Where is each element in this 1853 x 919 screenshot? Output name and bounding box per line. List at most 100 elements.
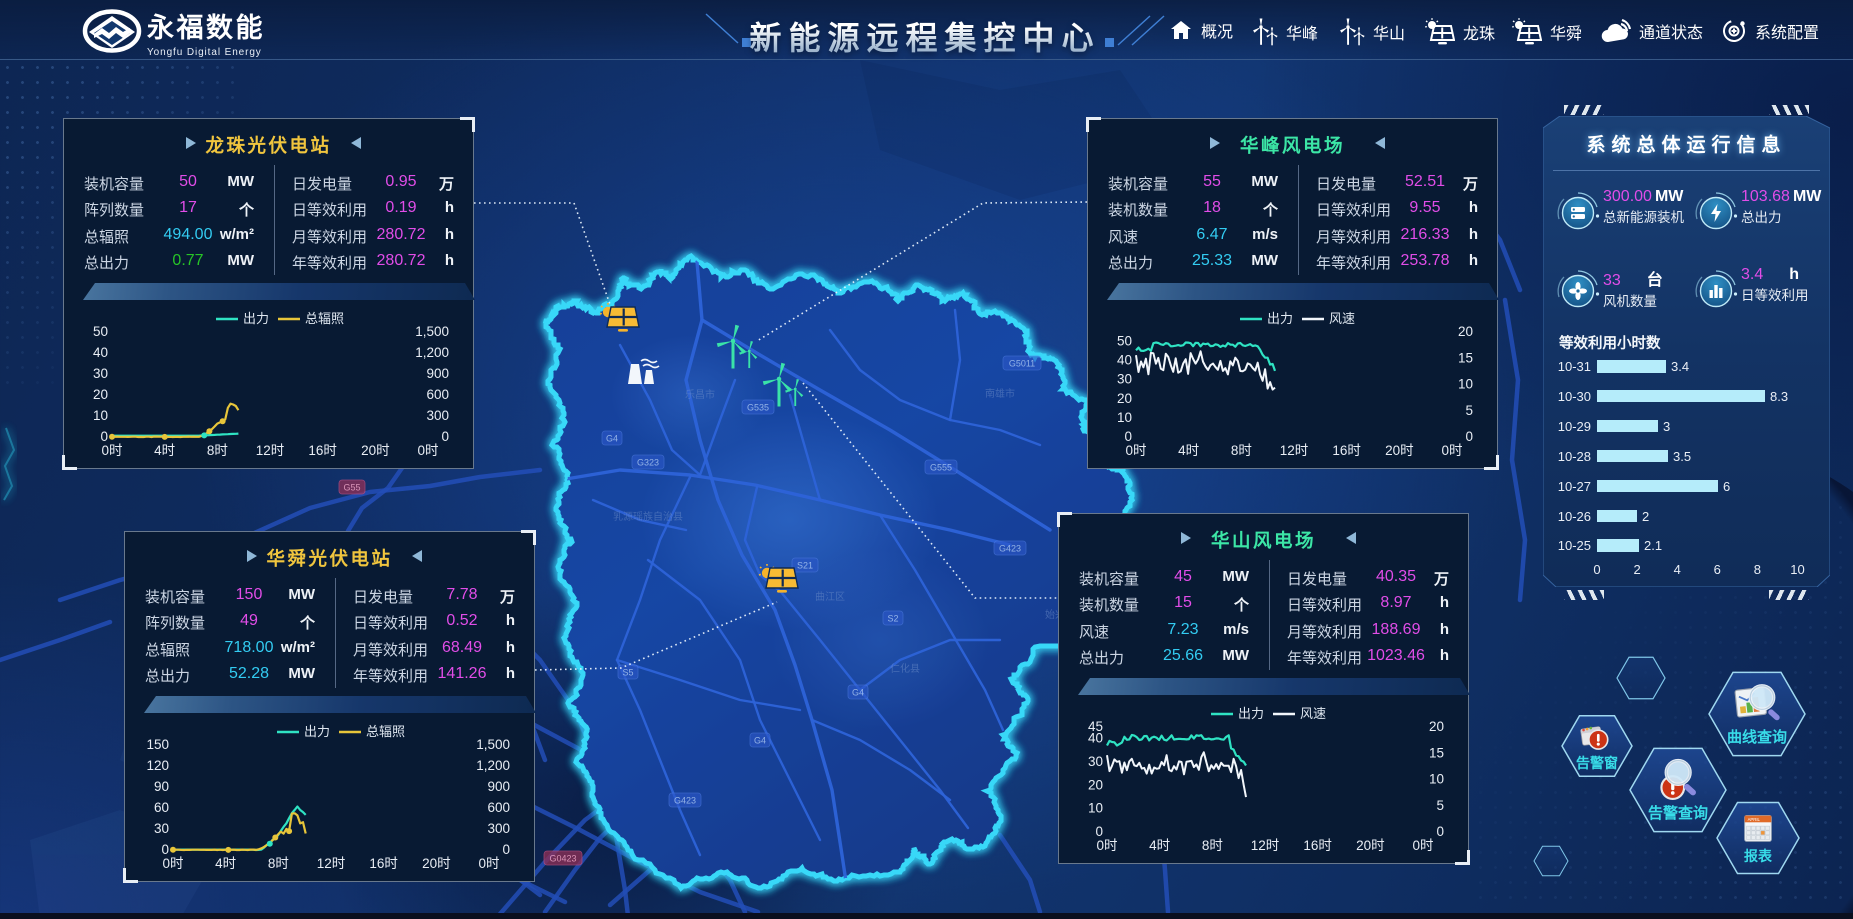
svg-text:1,200: 1,200	[476, 758, 510, 773]
svg-text:1,500: 1,500	[415, 324, 449, 339]
svg-text:8时: 8时	[1231, 443, 1252, 458]
svg-text:10: 10	[1458, 377, 1473, 392]
svg-text:300: 300	[487, 821, 510, 836]
svg-text:12时: 12时	[1280, 443, 1309, 458]
svg-text:120: 120	[146, 758, 169, 773]
svg-text:G55: G55	[343, 483, 360, 493]
svg-text:15: 15	[1429, 745, 1444, 760]
svg-text:0时: 0时	[1412, 838, 1433, 853]
svg-text:G423: G423	[999, 544, 1021, 554]
svg-text:12时: 12时	[317, 856, 346, 871]
svg-text:乐昌市: 乐昌市	[685, 388, 715, 401]
svg-text:风速: 风速	[1300, 706, 1326, 721]
svg-text:900: 900	[487, 779, 510, 794]
svg-text:出力: 出力	[1238, 706, 1264, 721]
svg-text:8时: 8时	[1202, 838, 1223, 853]
svg-text:4时: 4时	[215, 856, 236, 871]
svg-text:4时: 4时	[154, 443, 175, 458]
svg-text:出力: 出力	[1267, 311, 1293, 326]
svg-text:20时: 20时	[1356, 838, 1385, 853]
svg-text:0: 0	[502, 842, 510, 857]
svg-text:30: 30	[1088, 754, 1103, 769]
svg-text:10: 10	[1117, 410, 1132, 425]
svg-text:南雄市: 南雄市	[985, 387, 1015, 400]
svg-text:16时: 16时	[308, 443, 337, 458]
svg-text:40: 40	[93, 345, 108, 360]
svg-text:40: 40	[1088, 731, 1103, 746]
svg-text:G555: G555	[930, 463, 952, 473]
svg-text:12时: 12时	[256, 443, 285, 458]
svg-text:30: 30	[93, 366, 108, 381]
svg-text:20时: 20时	[422, 856, 451, 871]
svg-text:G4: G4	[852, 688, 864, 698]
svg-text:30: 30	[154, 821, 169, 836]
svg-text:G323: G323	[637, 458, 659, 468]
svg-text:50: 50	[1117, 334, 1132, 349]
svg-text:0: 0	[1465, 429, 1473, 444]
svg-text:15: 15	[1458, 350, 1473, 365]
svg-text:1,200: 1,200	[415, 345, 449, 360]
svg-text:总辐照: 总辐照	[366, 724, 405, 739]
svg-text:0时: 0时	[1125, 443, 1146, 458]
svg-text:20: 20	[1429, 719, 1444, 734]
svg-text:0时: 0时	[478, 856, 499, 871]
svg-text:150: 150	[146, 737, 169, 752]
svg-text:0时: 0时	[162, 856, 183, 871]
svg-text:30: 30	[1117, 372, 1132, 387]
svg-text:0: 0	[1124, 429, 1132, 444]
svg-text:600: 600	[426, 387, 449, 402]
svg-text:20: 20	[93, 387, 108, 402]
svg-text:8时: 8时	[268, 856, 289, 871]
svg-text:8时: 8时	[207, 443, 228, 458]
svg-text:报表: 报表	[1744, 848, 1773, 864]
svg-text:0: 0	[161, 842, 169, 857]
svg-text:G0423: G0423	[549, 854, 576, 864]
svg-text:0时: 0时	[417, 443, 438, 458]
svg-text:0时: 0时	[1441, 443, 1462, 458]
svg-text:5: 5	[1436, 798, 1444, 813]
svg-text:90: 90	[154, 779, 169, 794]
svg-text:0: 0	[100, 429, 108, 444]
svg-text:总辐照: 总辐照	[305, 311, 344, 326]
svg-text:900: 900	[426, 366, 449, 381]
svg-text:60: 60	[154, 800, 169, 815]
svg-text:12时: 12时	[1251, 838, 1280, 853]
svg-text:仁化县: 仁化县	[890, 662, 920, 675]
svg-text:出力: 出力	[243, 311, 269, 326]
svg-text:0: 0	[441, 429, 449, 444]
svg-text:S21: S21	[797, 561, 813, 571]
svg-text:乳源瑶族自治县: 乳源瑶族自治县	[613, 510, 683, 523]
svg-text:5: 5	[1465, 403, 1473, 418]
svg-text:出力: 出力	[304, 724, 330, 739]
svg-text:G423: G423	[674, 796, 696, 806]
svg-text:G535: G535	[747, 403, 769, 413]
svg-text:G4: G4	[606, 434, 618, 444]
svg-text:16时: 16时	[1332, 443, 1361, 458]
svg-text:G4: G4	[754, 736, 766, 746]
svg-text:0: 0	[1095, 824, 1103, 839]
svg-text:300: 300	[426, 408, 449, 423]
svg-text:4时: 4时	[1178, 443, 1199, 458]
svg-text:20: 20	[1088, 777, 1103, 792]
svg-text:0: 0	[1436, 824, 1444, 839]
svg-text:风速: 风速	[1329, 311, 1355, 326]
svg-text:20: 20	[1117, 391, 1132, 406]
svg-text:20时: 20时	[361, 443, 390, 458]
svg-text:S2: S2	[887, 614, 898, 624]
svg-text:10: 10	[1088, 801, 1103, 816]
svg-text:APRIL: APRIL	[1748, 817, 1761, 822]
svg-text:告警窗: 告警窗	[1576, 755, 1618, 771]
svg-text:G5011: G5011	[1009, 359, 1035, 369]
svg-text:40: 40	[1117, 353, 1132, 368]
svg-text:10: 10	[1429, 772, 1444, 787]
svg-text:曲线查询: 曲线查询	[1727, 728, 1787, 746]
svg-text:0时: 0时	[101, 443, 122, 458]
svg-text:4时: 4时	[1149, 838, 1170, 853]
svg-text:0时: 0时	[1096, 838, 1117, 853]
svg-text:曲江区: 曲江区	[815, 591, 845, 603]
svg-text:10: 10	[93, 408, 108, 423]
svg-text:S5: S5	[622, 668, 633, 678]
svg-text:600: 600	[487, 800, 510, 815]
svg-text:20: 20	[1458, 324, 1473, 339]
svg-text:20时: 20时	[1385, 443, 1414, 458]
